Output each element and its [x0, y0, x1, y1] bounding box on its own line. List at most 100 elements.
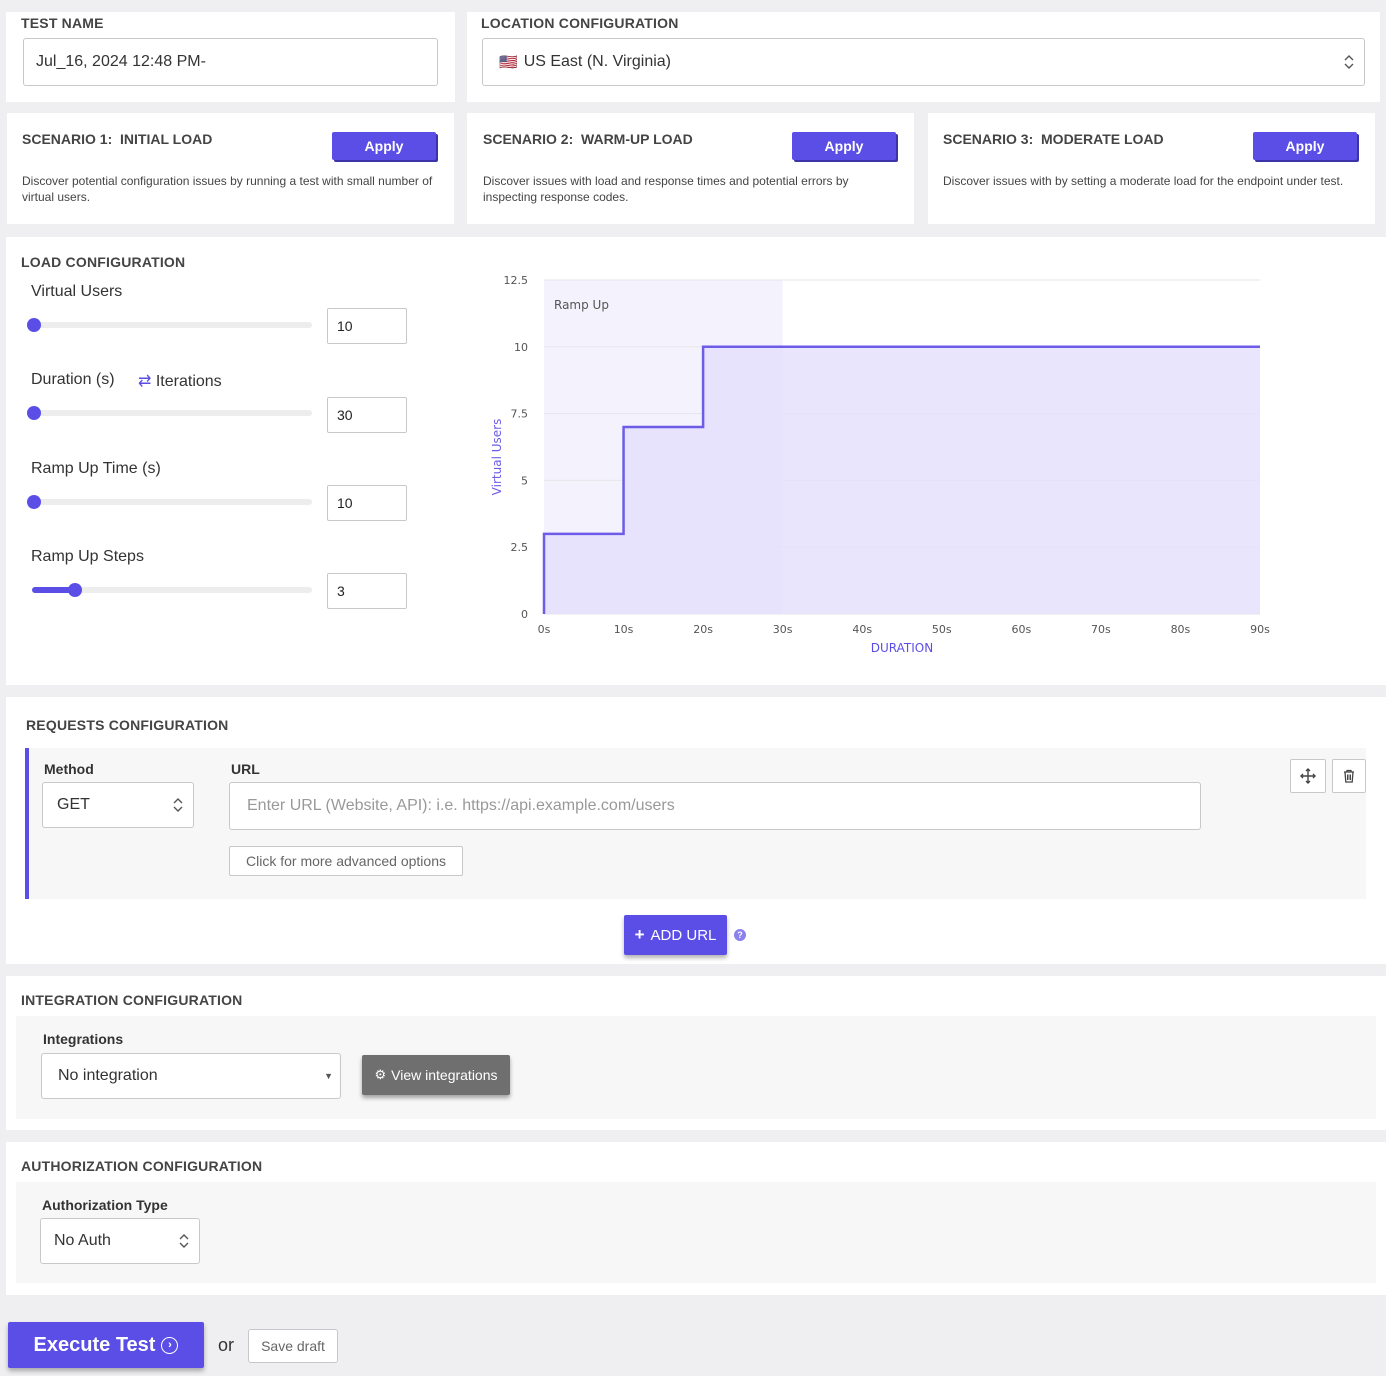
move-icon	[1300, 768, 1316, 784]
advanced-options-button[interactable]: Click for more advanced options	[229, 846, 463, 876]
y-tick-label: 2.5	[511, 541, 529, 554]
iterations-toggle[interactable]: ⇄ Iterations	[138, 371, 222, 391]
test-name-title: TEST NAME	[21, 15, 104, 31]
test-name-card: TEST NAME Jul_16, 2024 12:48 PM-	[6, 12, 455, 102]
add-url-button[interactable]: + ADD URL	[624, 915, 727, 955]
integrations-label: Integrations	[43, 1031, 124, 1047]
slider-thumb[interactable]	[27, 406, 41, 420]
x-tick-label: 40s	[852, 623, 872, 636]
y-axis-label: Virtual Users	[490, 419, 504, 496]
authorization-configuration-title: AUTHORIZATION CONFIGURATION	[21, 1158, 263, 1174]
scenario-number: SCENARIO 1:	[22, 131, 113, 147]
slider-thumb[interactable]	[68, 583, 82, 597]
virtual-users-label: Virtual Users	[31, 283, 123, 300]
integration-configuration-title: INTEGRATION CONFIGURATION	[21, 992, 243, 1008]
x-tick-label: 0s	[538, 623, 551, 636]
location-card: LOCATION CONFIGURATION 🇺🇸 US East (N. Vi…	[467, 12, 1380, 102]
scenario-description: Discover potential configuration issues …	[22, 174, 433, 204]
drag-handle-button[interactable]	[1290, 759, 1326, 793]
duration-label: Duration (s)	[31, 371, 115, 388]
ramp-up-steps-slider[interactable]	[32, 583, 312, 597]
scenario-card-1: SCENARIO 1: INITIAL LOAD Apply Discover …	[7, 113, 454, 224]
save-draft-button[interactable]: Save draft	[248, 1329, 338, 1363]
scenario-name: INITIAL LOAD	[120, 131, 213, 147]
location-title: LOCATION CONFIGURATION	[481, 15, 679, 31]
x-tick-label: 50s	[932, 623, 952, 636]
url-placeholder: Enter URL (Website, API): i.e. https://a…	[247, 797, 675, 814]
x-tick-label: 80s	[1171, 623, 1191, 636]
x-tick-label: 90s	[1250, 623, 1270, 636]
authorization-type-value: No Auth	[54, 1232, 111, 1249]
test-name-input[interactable]: Jul_16, 2024 12:48 PM-	[23, 38, 438, 86]
y-tick-label: 0	[521, 608, 528, 621]
y-tick-label: 7.5	[511, 408, 529, 421]
slider-thumb[interactable]	[27, 318, 41, 332]
gears-icon: ⚙	[374, 1067, 387, 1082]
virtual-users-slider[interactable]	[27, 318, 312, 332]
updown-chevron-icon	[173, 798, 183, 812]
ramp-up-steps-input[interactable]: 3	[327, 573, 407, 609]
url-label: URL	[231, 761, 260, 777]
authorization-type-select[interactable]: No Auth	[40, 1218, 200, 1264]
load-chart: 0 2.5 5 7.5 10 12.5 0s 10s 20s 30s 40s 50s 60s 70s 80s…	[490, 274, 1270, 655]
caret-down-icon: ▼	[324, 1071, 333, 1081]
us-flag-icon: 🇺🇸	[499, 54, 518, 71]
apply-scenario-1-button[interactable]: Apply	[332, 132, 436, 160]
scenario-name: MODERATE LOAD	[1041, 131, 1164, 147]
requests-configuration-title: REQUESTS CONFIGURATION	[26, 717, 229, 733]
scenario-number: SCENARIO 2:	[483, 131, 574, 147]
duration-slider[interactable]	[27, 406, 312, 420]
duration-input[interactable]: 30	[327, 397, 407, 433]
updown-chevron-icon	[179, 1234, 189, 1248]
view-integrations-button[interactable]: ⚙ View integrations	[362, 1055, 510, 1095]
ramp-up-time-input[interactable]: 10	[327, 485, 407, 521]
or-text: or	[218, 1335, 235, 1355]
x-tick-label: 60s	[1011, 623, 1031, 636]
requests-configuration-card: REQUESTS CONFIGURATION Method GET URL En…	[6, 697, 1386, 964]
x-tick-label: 20s	[693, 623, 713, 636]
scenario-description: Discover issues with by setting a modera…	[943, 174, 1344, 188]
updown-chevron-icon	[1344, 55, 1354, 69]
apply-scenario-3-button[interactable]: Apply	[1253, 132, 1357, 160]
ramp-up-steps-label: Ramp Up Steps	[31, 548, 144, 565]
y-tick-label: 12.5	[504, 274, 529, 287]
virtual-users-input[interactable]: 10	[327, 308, 407, 344]
location-value: US East (N. Virginia)	[523, 53, 671, 70]
apply-scenario-2-button[interactable]: Apply	[792, 132, 896, 160]
execute-test-button[interactable]: Execute Test ›	[8, 1322, 204, 1368]
y-tick-label: 5	[521, 474, 528, 487]
method-label: Method	[44, 761, 94, 777]
scenario-description: Discover issues with load and response t…	[483, 174, 849, 204]
integration-configuration-card: INTEGRATION CONFIGURATION Integrations N…	[6, 976, 1386, 1130]
authorization-type-label: Authorization Type	[42, 1197, 168, 1213]
ramp-up-time-label: Ramp Up Time (s)	[31, 460, 161, 477]
request-row: Method GET URL Enter URL (Website, API):…	[25, 748, 1366, 899]
method-value: GET	[57, 796, 90, 813]
method-select[interactable]: GET	[42, 782, 194, 828]
integration-select[interactable]: No integration ▼	[41, 1053, 341, 1099]
load-configuration-card: LOAD CONFIGURATION Virtual Users 10 Dura…	[6, 237, 1386, 685]
slider-thumb[interactable]	[27, 495, 41, 509]
x-tick-label: 30s	[773, 623, 793, 636]
authorization-configuration-card: AUTHORIZATION CONFIGURATION Authorizatio…	[6, 1142, 1386, 1295]
trash-icon	[1344, 769, 1354, 783]
location-select[interactable]: 🇺🇸 US East (N. Virginia)	[482, 38, 1365, 86]
y-tick-label: 10	[514, 341, 528, 354]
delete-request-button[interactable]	[1332, 759, 1366, 793]
test-name-value: Jul_16, 2024 12:48 PM-	[36, 53, 206, 70]
x-tick-label: 70s	[1091, 623, 1111, 636]
plus-icon: +	[634, 925, 645, 944]
scenario-card-3: SCENARIO 3: MODERATE LOAD Apply Discover…	[928, 113, 1375, 224]
scenario-number: SCENARIO 3:	[943, 131, 1034, 147]
swap-arrows-icon: ⇄	[138, 373, 152, 390]
ramp-up-time-slider[interactable]	[27, 495, 312, 509]
integration-value: No integration	[58, 1067, 158, 1084]
scenario-name: WARM-UP LOAD	[581, 131, 693, 147]
url-input[interactable]: Enter URL (Website, API): i.e. https://a…	[229, 782, 1201, 830]
scenario-card-2: SCENARIO 2: WARM-UP LOAD Apply Discover …	[467, 113, 914, 224]
ramp-up-annotation: Ramp Up	[554, 298, 609, 312]
load-configuration-title: LOAD CONFIGURATION	[21, 254, 186, 270]
help-icon[interactable]: ?	[734, 929, 746, 941]
arrow-circle-right-icon: ›	[161, 1336, 179, 1354]
x-tick-label: 10s	[614, 623, 634, 636]
